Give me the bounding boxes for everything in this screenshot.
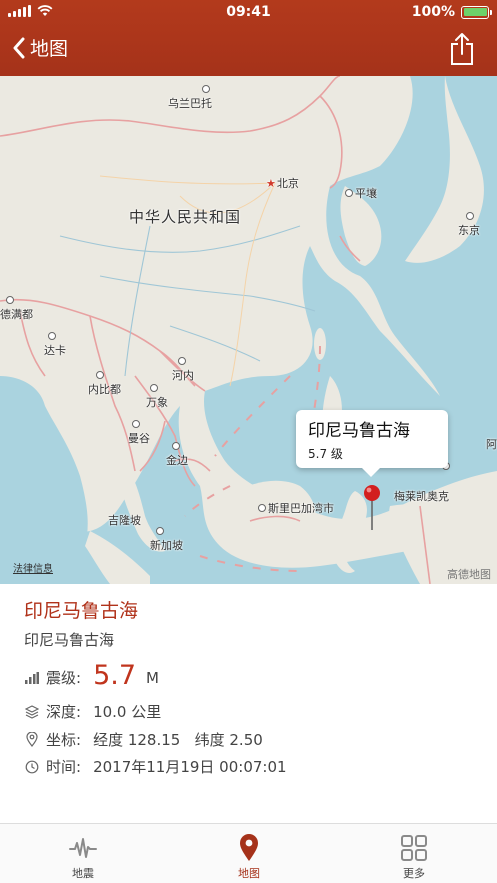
map-base [0,76,497,584]
layers-icon [24,704,40,720]
edge-label: 阿 [486,438,497,451]
battery-icon [461,5,492,19]
quake-subtitle: 印尼马鲁古海 [24,631,115,649]
tab-earthquakes[interactable]: 地震 [0,824,166,883]
country-label-china: 中华人民共和国 [129,208,242,226]
signal-bars-icon [24,670,40,686]
tab-more[interactable]: 更多 [331,824,497,883]
clock-icon [24,759,40,775]
map-view[interactable]: 乌兰巴托 ★北京 平壤 东京 中华人民共和国 德满都 达卡 河内 内比都 万象 … [0,76,497,584]
city-label-pyongyang: 平壤 [345,185,377,201]
city-label-beijing: ★北京 [266,177,299,190]
city-label-phnompenh: 金边 [166,442,188,468]
chevron-left-icon [13,37,25,58]
city-label-hanoi: 河内 [172,357,194,383]
city-marker-icon [258,504,266,512]
city-marker-icon [172,442,180,450]
map-pin-tab-icon [235,834,263,862]
magnitude-label: 震级: [46,669,82,687]
status-bar: 09:41 100% [0,0,497,24]
city-label-bangkok: 曼谷 [128,420,150,446]
tab-label: 地图 [238,867,260,880]
callout-magnitude: 5.7 级 [308,447,343,461]
map-provider-logo: 高德地图 [447,568,491,581]
city-label-kathmandu: 德满都 [0,296,33,322]
city-marker-icon [156,527,164,535]
city-label-dhaka: 达卡 [44,332,66,358]
tab-bar: 地震 地图 更多 [0,823,497,883]
time-label: 时间: [46,758,82,776]
city-marker-icon [132,420,140,428]
city-label-melekeok-text: 梅莱凯奥克 [394,490,449,503]
header: 09:41 100% 地图 [0,0,497,76]
capital-star-icon: ★ [266,177,276,190]
city-marker-icon [150,384,158,392]
city-label-vientiane: 万象 [146,384,168,410]
city-label-singapore: 新加坡 [150,527,183,553]
battery-percent: 100% [411,4,455,20]
grid-icon [400,834,428,862]
city-marker-icon [48,332,56,340]
city-marker-icon [345,189,353,197]
share-icon[interactable] [449,32,475,66]
waveform-icon [69,834,97,862]
back-label: 地图 [30,38,69,60]
city-label-ulaanbaatar: 乌兰巴托 [168,85,212,111]
city-marker-icon [466,212,474,220]
nav-bar: 地图 [0,24,497,76]
status-right: 100% [411,4,492,20]
quake-title: 印尼马鲁古海 [24,600,139,622]
city-marker-icon [96,371,104,379]
city-label-kualalumpur: 吉隆坡 [108,514,141,527]
city-marker-icon [6,296,14,304]
time-value: 2017年11月19日 00:07:01 [93,758,287,776]
magnitude-value: 5.7 [93,660,137,691]
city-marker-icon [178,357,186,365]
city-label-naypyidaw: 内比都 [88,371,121,397]
depth-row: 深度: 10.0 公里 [24,701,161,722]
depth-value: 10.0 公里 [93,703,162,721]
city-label-bandar: 斯里巴加湾市 [258,500,334,516]
magnitude-row: 震级: 5.7 M [24,660,159,693]
back-button[interactable]: 地图 [12,34,68,61]
location-pin-icon [24,732,40,748]
time-row: 时间: 2017年11月19日 00:07:01 [24,756,287,777]
map-callout[interactable]: 印尼马鲁古海 5.7 级 [296,410,448,477]
tab-label: 更多 [403,867,425,880]
magnitude-unit: M [146,668,159,687]
coord-value: 经度 128.15 纬度 2.50 [93,731,263,749]
city-label-tokyo: 东京 [458,212,480,238]
legal-link[interactable]: 法律信息 [13,560,53,575]
depth-label: 深度: [46,703,82,721]
tab-label: 地震 [72,867,94,880]
callout-title: 印尼马鲁古海 [308,421,410,441]
tab-map[interactable]: 地图 [166,824,332,883]
quake-details: 印尼马鲁古海 印尼马鲁古海 震级: 5.7 M 深度: 10.0 公里 坐标: … [0,584,497,824]
coord-row: 坐标: 经度 128.15 纬度 2.50 [24,729,263,750]
coord-label: 坐标: [46,731,82,749]
map-pin-icon[interactable] [362,484,382,532]
city-marker-icon [202,85,210,93]
